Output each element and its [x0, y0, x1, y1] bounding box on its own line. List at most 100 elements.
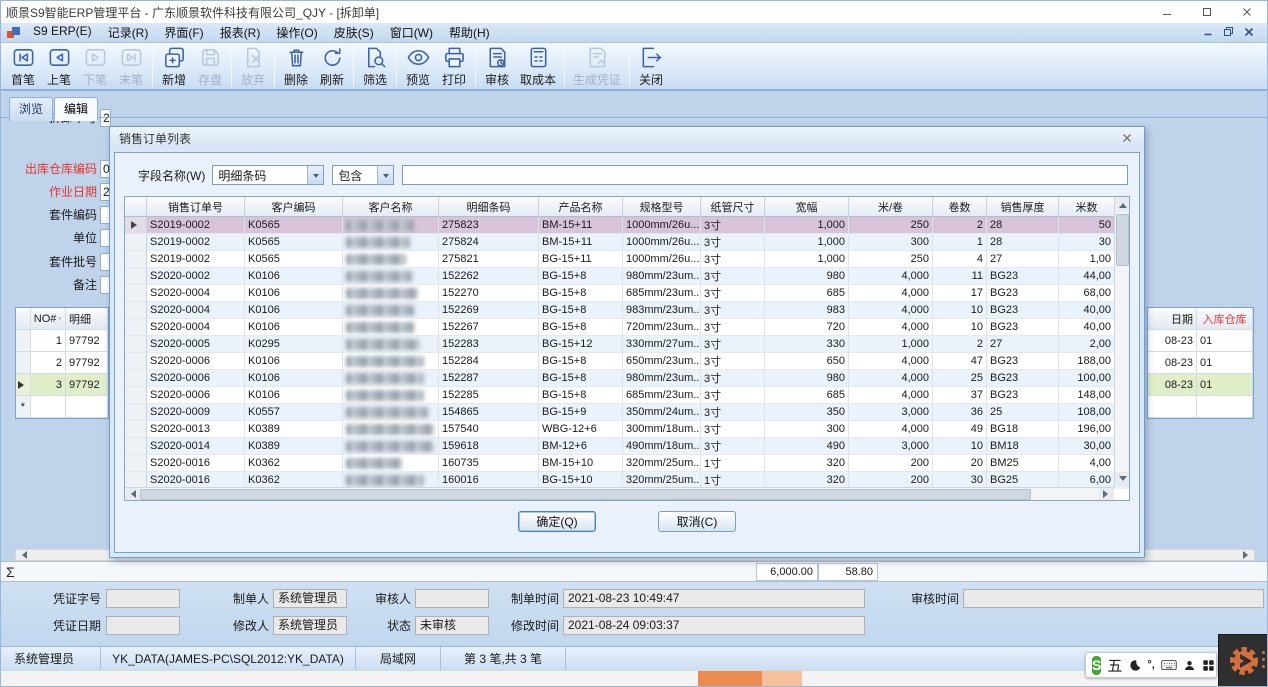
wubi-mode-label[interactable]: 五	[1107, 655, 1122, 676]
menu-item-4[interactable]: 报表(R)	[212, 22, 269, 43]
vscroll-thumb[interactable]	[1116, 214, 1129, 266]
detail-row-3[interactable]: 08-2301	[1148, 374, 1253, 396]
menu-item-1[interactable]: S9 ERP(E)	[25, 22, 100, 43]
scroll-down-icon[interactable]	[1115, 472, 1130, 487]
sales-order-row[interactable]: S2020-0006K0106152284BG-15+8650mm/23um..…	[125, 353, 1129, 370]
tray-app-box[interactable]	[1218, 634, 1268, 687]
user-icon[interactable]	[1183, 659, 1196, 672]
sales-order-row[interactable]: S2020-0002K0106152262BG-15+8980mm/23um..…	[125, 268, 1129, 285]
sales-order-row[interactable]: S2019-0002K0565275821BG-15+111000mm/26u.…	[125, 251, 1129, 268]
sales-order-row[interactable]: S2020-0016K0362160735BM-15+10320mm/25um.…	[125, 455, 1129, 472]
tab-编辑[interactable]: 编辑	[54, 97, 98, 121]
mdi-close-icon[interactable]	[1244, 26, 1254, 40]
toolbar-button-refresh[interactable]: 刷新	[314, 44, 350, 89]
keyboard-icon[interactable]	[1161, 659, 1177, 671]
toolbar-button-save[interactable]: 存盘	[192, 44, 228, 89]
column-header-11[interactable]: 销售厚度	[987, 197, 1059, 217]
detail-row-1[interactable]: 08-2301	[1148, 330, 1253, 352]
grid-vscrollbar[interactable]	[1114, 197, 1129, 487]
scroll-left-icon[interactable]	[18, 551, 27, 559]
filter-search-input[interactable]	[402, 165, 1128, 185]
column-header-1[interactable]: 销售订单号	[147, 197, 245, 217]
column-header-4[interactable]: 明细条码	[439, 197, 539, 217]
column-header-5[interactable]: 产品名称	[539, 197, 623, 217]
toolbar-button-add[interactable]: 新增	[156, 44, 192, 89]
mdi-restore-icon[interactable]	[1223, 26, 1234, 40]
footer-field-制单时间[interactable]: 2021-08-23 10:49:47	[563, 589, 865, 608]
toolbar-button-delete[interactable]: 删除	[278, 44, 314, 89]
sogou-logo-icon[interactable]: S	[1092, 656, 1101, 675]
sales-order-row[interactable]: S2019-0002K0565275823BM-15+111000mm/26u.…	[125, 217, 1129, 234]
scroll-right-icon[interactable]	[1099, 488, 1114, 501]
toolbar-button-audit[interactable]: 审核	[479, 44, 515, 89]
filter-operator-select[interactable]: 包含	[332, 165, 394, 185]
menu-item-8[interactable]: 帮助(H)	[441, 22, 498, 43]
scroll-up-icon[interactable]	[1115, 197, 1130, 212]
toolbar-button-discard[interactable]: 放弃	[235, 44, 271, 89]
toolbar-button-nav-prev[interactable]: 上笔	[41, 44, 77, 89]
ok-button[interactable]: 确定(Q)	[518, 511, 596, 532]
tab-浏览[interactable]: 浏览	[9, 97, 53, 121]
column-header-12[interactable]: 米数	[1059, 197, 1115, 217]
field-input-1[interactable]: 2	[100, 109, 111, 127]
chevron-down-icon[interactable]	[377, 166, 393, 184]
dialog-close-icon[interactable]	[1119, 130, 1135, 146]
sales-order-row[interactable]: S2020-0006K0106152285BG-15+8685mm/23um..…	[125, 387, 1129, 404]
footer-field-修改时间[interactable]: 2021-08-24 09:03:37	[563, 616, 865, 635]
sales-order-row[interactable]: S2020-0004K0106152267BG-15+8720mm/23um..…	[125, 319, 1129, 336]
column-header-2[interactable]: 客户编码	[245, 197, 343, 217]
detail-row-1[interactable]: 197792	[16, 330, 108, 352]
detail-row-3[interactable]: 397792	[16, 374, 108, 396]
chevron-down-icon[interactable]	[307, 166, 323, 184]
detail-row-4[interactable]: *	[16, 396, 108, 418]
toolbar-button-voucher[interactable]: 生成凭证	[568, 44, 626, 89]
sales-order-row[interactable]: S2020-0014K0389159618BM-12+6490mm/18um..…	[125, 438, 1129, 455]
sales-order-row[interactable]: S2020-0013K0389157540WBG-12+6300mm/18um.…	[125, 421, 1129, 438]
footer-field-审核时间[interactable]	[963, 589, 1264, 608]
scroll-right-icon[interactable]	[1243, 551, 1252, 559]
scroll-left-icon[interactable]	[125, 488, 140, 501]
sales-order-row[interactable]: S2019-0002K0565275824BM-15+111000mm/26u.…	[125, 234, 1129, 251]
column-header-7[interactable]: 纸管尺寸	[701, 197, 765, 217]
column-header-10[interactable]: 卷数	[933, 197, 987, 217]
column-header-6[interactable]: 规格型号	[623, 197, 701, 217]
toolbar-button-exit[interactable]: 关闭	[633, 44, 669, 89]
detail-row-2[interactable]: 297792	[16, 352, 108, 374]
sales-order-row[interactable]: S2020-0005K0295152283BG-15+12330mm/27um.…	[125, 336, 1129, 353]
toolbar-button-nav-next[interactable]: 下笔	[77, 44, 113, 89]
toolbar-button-nav-last[interactable]: 末笔	[113, 44, 149, 89]
sales-order-row[interactable]: S2020-0004K0106152269BG-15+8983mm/23um..…	[125, 302, 1129, 319]
sales-order-row[interactable]: S2020-0009K0557154865BG-15+9350mm/24um..…	[125, 404, 1129, 421]
menu-item-5[interactable]: 操作(O)	[268, 22, 325, 43]
column-header-detail[interactable]: 明细	[66, 308, 108, 329]
menu-item-6[interactable]: 皮肤(S)	[326, 22, 382, 43]
detail-row-4[interactable]	[1148, 396, 1253, 418]
column-header-warehouse[interactable]: 入库仓库	[1197, 308, 1253, 329]
window-maximize-icon[interactable]	[1187, 1, 1227, 23]
toolbar-button-filter[interactable]: 筛选	[357, 44, 393, 89]
menu-item-3[interactable]: 界面(F)	[156, 22, 211, 43]
window-minimize-icon[interactable]	[1147, 1, 1187, 23]
filter-field-select[interactable]: 明细条码	[212, 165, 324, 185]
toolbox-icon[interactable]	[1202, 659, 1215, 672]
sales-order-row[interactable]: S2020-0004K0106152270BG-15+8685mm/23um..…	[125, 285, 1129, 302]
column-header-9[interactable]: 米/卷	[849, 197, 933, 217]
column-header-3[interactable]: 客户名称	[343, 197, 439, 217]
hscroll-thumb[interactable]	[140, 489, 1031, 500]
sales-order-row[interactable]: S2020-0006K0106152287BG-15+8980mm/23um..…	[125, 370, 1129, 387]
toolbar-button-nav-first[interactable]: 首笔	[5, 44, 41, 89]
column-header-8[interactable]: 宽幅	[765, 197, 849, 217]
moon-icon[interactable]	[1128, 659, 1141, 672]
window-close-icon[interactable]	[1227, 1, 1267, 23]
cancel-button[interactable]: 取消(C)	[658, 511, 736, 532]
mdi-minimize-icon[interactable]	[1203, 26, 1213, 40]
grid-hscrollbar[interactable]	[125, 487, 1114, 500]
menu-item-2[interactable]: 记录(R)	[100, 22, 157, 43]
toolbar-button-cost[interactable]: 取成本	[515, 44, 561, 89]
detail-row-2[interactable]: 08-2301	[1148, 352, 1253, 374]
toolbar-button-preview[interactable]: 预览	[400, 44, 436, 89]
punctuation-icon[interactable]: °,	[1147, 659, 1154, 671]
column-header-date[interactable]: 日期	[1148, 308, 1197, 329]
toolbar-button-print[interactable]: 打印	[436, 44, 472, 89]
menu-item-7[interactable]: 窗口(W)	[382, 22, 441, 43]
